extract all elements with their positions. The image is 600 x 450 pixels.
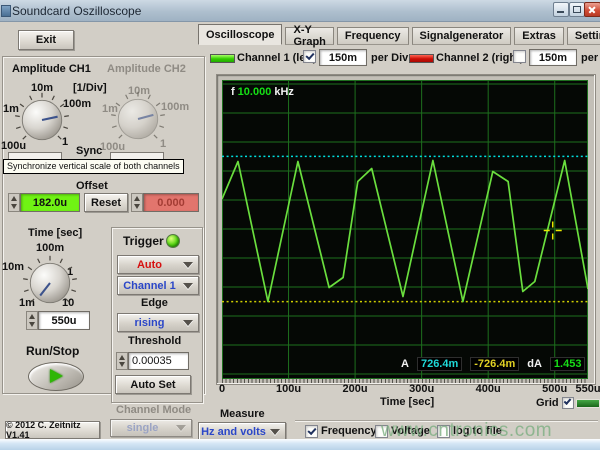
frequency-readout: f10.000kHz xyxy=(231,86,294,98)
offset-ch1-value[interactable]: 182.0u xyxy=(20,193,80,212)
minimize-icon xyxy=(557,11,564,13)
trigger-mode-dropdown[interactable]: Auto xyxy=(117,255,199,274)
chevron-down-icon xyxy=(176,425,186,431)
offset-label: Offset xyxy=(76,180,108,192)
channel2-label: Channel 2 (right) xyxy=(436,52,523,64)
grid-checkbox[interactable] xyxy=(562,397,574,409)
grid-label: Grid xyxy=(536,397,559,409)
time-spinner[interactable] xyxy=(26,311,38,330)
offset-ch2-value[interactable]: 0.000 xyxy=(143,193,199,212)
trigger-channel-dropdown[interactable]: Channel 1 xyxy=(117,276,199,295)
ch1-tick-1: 1 xyxy=(62,136,68,148)
title-bar[interactable]: Soundcard Oszilloscope xyxy=(0,0,600,22)
offset-reset-button[interactable]: Reset xyxy=(84,193,128,212)
offset-ch2-spinner[interactable] xyxy=(131,193,143,212)
sync-tooltip: Synchronize vertical scale of both chann… xyxy=(3,159,184,174)
measure-label: Measure xyxy=(220,408,265,420)
x-tick-label: 500u xyxy=(542,383,567,395)
tab-oscilloscope[interactable]: Oscilloscope xyxy=(198,24,282,45)
ch1-tick-1m: 1m xyxy=(3,103,19,115)
runstop-label: Run/Stop xyxy=(26,344,79,358)
close-button[interactable] xyxy=(584,2,600,17)
watermark: www.cntronics.com xyxy=(381,420,552,442)
grid-color-swatch xyxy=(576,399,600,408)
amplitude-ch2-knob[interactable] xyxy=(108,89,168,149)
sync-label: Sync xyxy=(76,145,102,157)
delta-value: 1.453 xyxy=(550,357,586,371)
chevron-down-icon xyxy=(183,320,193,326)
x-tick-label: 200u xyxy=(343,383,368,395)
maximize-button[interactable] xyxy=(569,2,585,17)
tab-extras[interactable]: Extras xyxy=(514,27,564,45)
exit-button[interactable]: Exit xyxy=(18,30,74,50)
x-axis-labels: 0100u200u300u400u500u550u xyxy=(222,383,588,395)
check-icon xyxy=(564,397,572,405)
autoset-button[interactable]: Auto Set xyxy=(115,375,191,394)
x-tick-label: 550u xyxy=(575,383,600,395)
channel1-enable-checkbox[interactable] xyxy=(303,50,316,63)
threshold-spinner[interactable] xyxy=(116,352,128,370)
trigger-edge-dropdown[interactable]: rising xyxy=(117,313,199,332)
tab-settings[interactable]: Settings xyxy=(567,27,600,45)
channel1-waveform xyxy=(222,161,588,302)
channel2-perdiv-label: per Div xyxy=(581,52,600,64)
check-icon xyxy=(305,51,314,60)
frequency-checkbox[interactable] xyxy=(305,425,318,438)
channel1-perdiv-label: per Div xyxy=(371,52,408,64)
time-knob[interactable] xyxy=(20,253,80,313)
check-icon xyxy=(307,426,316,435)
ch2-tick-1: 1 xyxy=(160,138,166,150)
ch2-tick-100m: 100m xyxy=(161,101,189,113)
tab-signalgenerator[interactable]: Signalgenerator xyxy=(412,27,512,45)
amplitude-ch2-title: Amplitude CH2 xyxy=(107,63,186,75)
tab-x-y-graph[interactable]: X-Y Graph xyxy=(285,27,333,45)
soundcard-oscilloscope-window: Soundcard Oszilloscope Exit Amplitude CH… xyxy=(0,0,600,450)
edge-label: Edge xyxy=(141,297,168,309)
trigger-title: Trigger xyxy=(123,234,164,248)
tab-frequency[interactable]: Frequency xyxy=(337,27,409,45)
ch1-tick-100m: 100m xyxy=(63,98,91,110)
channel-mode-dropdown[interactable]: single xyxy=(110,419,192,437)
maximize-icon xyxy=(573,6,581,13)
scope-plot[interactable] xyxy=(222,80,588,379)
amplitude-ch1-title: Amplitude CH1 xyxy=(12,63,91,75)
chevron-down-icon xyxy=(270,429,280,435)
minimize-button[interactable] xyxy=(553,2,569,17)
max-value: 726.4m xyxy=(417,357,462,371)
per-div-unit-label: [1/Div] xyxy=(73,82,107,94)
window-title: Soundcard Oszilloscope xyxy=(12,4,141,18)
frequency-label: Frequency xyxy=(321,425,377,437)
play-icon xyxy=(50,369,63,383)
time-title: Time [sec] xyxy=(28,227,82,239)
channel-mode-label: Channel Mode xyxy=(116,404,191,416)
copyright-button: © 2012 C. Zeitnitz V1.41 xyxy=(5,421,100,439)
x-tick-label: 0 xyxy=(219,383,225,395)
trigger-led xyxy=(166,234,180,248)
chevron-down-icon xyxy=(183,262,193,268)
channel2-scale-value[interactable]: 150m xyxy=(529,49,577,66)
ch2-tick-1m: 1m xyxy=(102,103,118,115)
app-icon xyxy=(1,5,11,17)
threshold-value[interactable]: 0.00035 xyxy=(128,352,189,370)
x-tick-label: 400u xyxy=(476,383,501,395)
channel1-color-swatch xyxy=(210,54,235,63)
time-value[interactable]: 550u xyxy=(38,311,90,330)
channel2-color-swatch xyxy=(409,54,434,63)
x-tick-label: 300u xyxy=(409,383,434,395)
x-axis-title: Time [sec] xyxy=(380,396,434,408)
offset-ch1-spinner[interactable] xyxy=(8,193,20,212)
measurement-readout: A 726.4m -726.4m dA 1.453 xyxy=(401,357,585,371)
min-value: -726.4m xyxy=(470,357,519,371)
ch1-tick-100u: 100u xyxy=(1,140,26,152)
tab-bar: OscilloscopeX-Y GraphFrequencySignalgene… xyxy=(198,25,600,45)
x-tick-label: 100u xyxy=(276,383,301,395)
channel1-scale-value[interactable]: 150m xyxy=(319,49,367,66)
runstop-button[interactable] xyxy=(28,362,84,391)
threshold-label: Threshold xyxy=(128,335,181,347)
chevron-down-icon xyxy=(183,283,193,289)
channel2-enable-checkbox[interactable] xyxy=(513,50,526,63)
